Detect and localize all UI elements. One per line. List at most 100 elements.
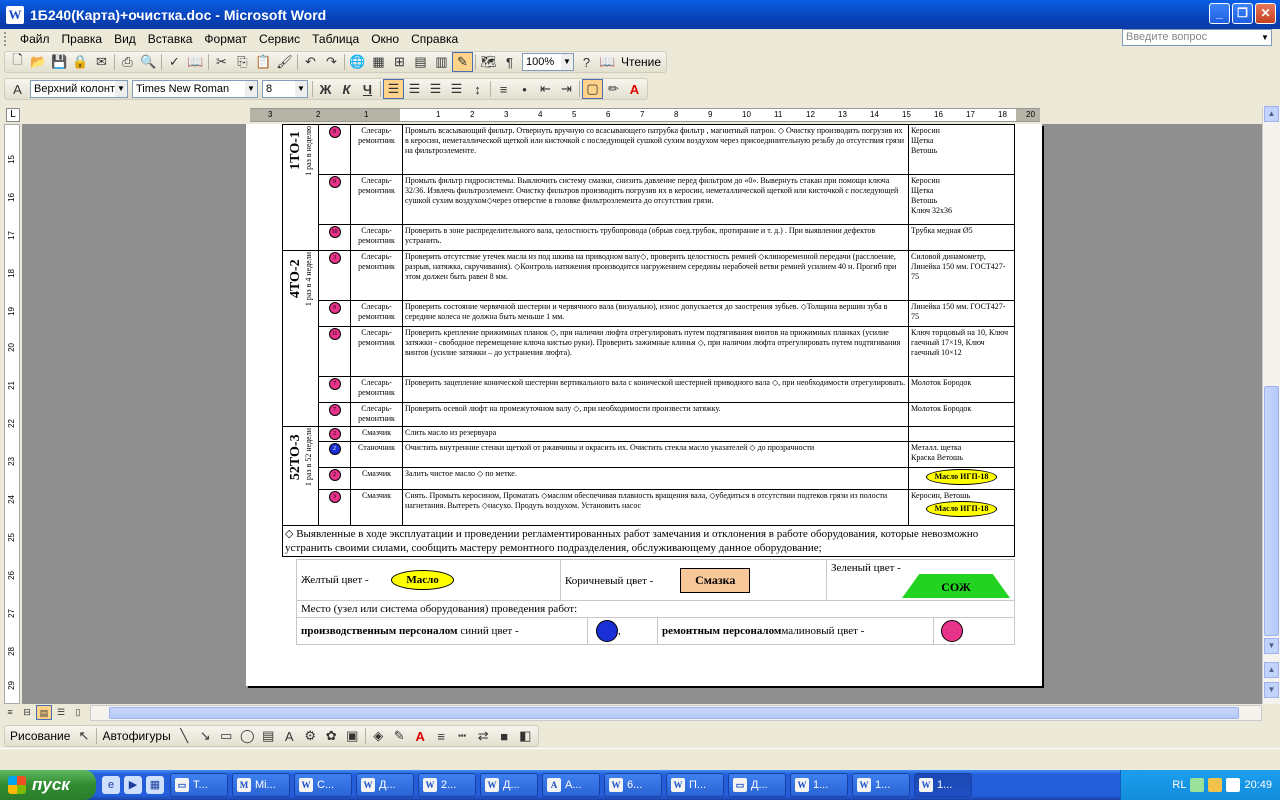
taskbar-item[interactable]: W 1... (852, 773, 910, 797)
redo-icon[interactable]: ↷ (321, 52, 342, 72)
print-preview-icon[interactable]: 🔍 (138, 52, 159, 72)
font-color-draw-icon[interactable]: A (410, 726, 431, 746)
task-text[interactable]: Проверить отсутствие утечек масла из под… (402, 250, 909, 301)
align-right-icon[interactable]: ☰ (425, 79, 446, 99)
chevron-down-icon[interactable]: ▼ (1259, 30, 1271, 45)
taskbar-item[interactable]: ▭ Т... (170, 773, 228, 797)
task-text[interactable]: Залить чистое масло ◇ по метке. (402, 467, 909, 490)
note-text[interactable]: ◇ Выявленные в ходе эксплуатации и прове… (282, 525, 1015, 557)
help-icon[interactable]: ? (576, 52, 597, 72)
bullets-icon[interactable]: • (514, 79, 535, 99)
styles-icon[interactable]: A (7, 79, 28, 99)
task-text[interactable]: Слить масло из резервуара (402, 426, 909, 442)
line-spacing-icon[interactable]: ↕ (467, 79, 488, 99)
menu-help[interactable]: Справка (405, 32, 464, 46)
fill-color-icon[interactable]: ◈ (368, 726, 389, 746)
menu-file[interactable]: Файл (14, 32, 56, 46)
task-text[interactable]: Снять. Промыть керосином, Проматать ◇мас… (402, 489, 909, 526)
horizontal-scroll-thumb[interactable] (109, 707, 1239, 719)
tray-icon[interactable] (1190, 778, 1205, 792)
scroll-up-icon[interactable]: ▲ (1264, 106, 1279, 122)
font-size-select[interactable]: 8 ▼ (262, 80, 308, 98)
chevron-down-icon[interactable]: ▼ (561, 54, 573, 70)
shadow-icon[interactable]: ■ (494, 726, 515, 746)
reading-view-icon[interactable]: ▯ (70, 705, 86, 720)
scroll-down-icon[interactable]: ▼ (1264, 638, 1279, 654)
tab-selector[interactable]: L (6, 108, 20, 122)
autoshapes-button[interactable]: Автофигуры (99, 729, 173, 743)
menu-insert[interactable]: Вставка (142, 32, 199, 46)
underline-button[interactable]: Ч (357, 79, 378, 99)
copy-icon[interactable]: ⎘ (232, 52, 253, 72)
cut-icon[interactable]: ✂ (211, 52, 232, 72)
columns-icon[interactable]: ▥ (431, 52, 452, 72)
taskbar-item[interactable]: W П... (666, 773, 724, 797)
task-text[interactable]: Промыть фильтр гидросистемы. Выключить с… (402, 174, 909, 225)
chevron-down-icon[interactable]: ▼ (295, 81, 307, 97)
research-icon[interactable]: 📖 (185, 52, 206, 72)
diagram-icon[interactable]: ⚙ (300, 726, 321, 746)
style-select[interactable]: Верхний колонт ▼ (30, 80, 128, 98)
normal-view-icon[interactable]: ≡ (2, 705, 18, 720)
italic-button[interactable]: К (336, 79, 357, 99)
taskbar-item[interactable]: ▭ Д... (728, 773, 786, 797)
document-map-icon[interactable]: 🗺 (478, 52, 499, 72)
chevron-down-icon[interactable]: ▼ (115, 81, 127, 97)
horizontal-ruler[interactable]: 3 2 1 1 2 3 4 5 6 7 8 9 10 11 12 13 14 1… (250, 108, 1040, 122)
paste-icon[interactable]: 📋 (253, 52, 274, 72)
word-app-icon[interactable]: W (6, 5, 24, 24)
line-icon[interactable]: ╲ (174, 726, 195, 746)
print-layout-icon[interactable]: ▤ (36, 705, 52, 720)
task-text[interactable]: Проверить осевой люфт на промежуточном в… (402, 402, 909, 427)
read-icon[interactable]: 📖 (597, 52, 618, 72)
task-text[interactable]: Проверить в зоне распределительного вала… (402, 224, 909, 251)
taskbar-item[interactable]: W 2... (418, 773, 476, 797)
vertical-scrollbar[interactable]: ▲ ▼ ▲ ▼ (1262, 106, 1280, 704)
outline-view-icon[interactable]: ☰ (53, 705, 69, 720)
taskbar-item[interactable]: M Mi... (232, 773, 290, 797)
font-color-icon[interactable]: A (624, 79, 645, 99)
open-folder-icon[interactable]: 📂 (28, 52, 49, 72)
taskbar-item-active[interactable]: W 1... (914, 773, 972, 797)
close-button[interactable]: ✕ (1255, 3, 1276, 24)
restore-button[interactable]: ❐ (1232, 3, 1253, 24)
wordart-icon[interactable]: A (279, 726, 300, 746)
clipart-icon[interactable]: ✿ (321, 726, 342, 746)
drawing-menu-button[interactable]: Рисование (7, 729, 73, 743)
taskbar-item[interactable]: A А... (542, 773, 600, 797)
numbering-icon[interactable]: ≡ (493, 79, 514, 99)
justify-icon[interactable]: ☰ (446, 79, 467, 99)
chevron-down-icon[interactable]: ▼ (245, 81, 257, 97)
textbox-icon[interactable]: ▤ (258, 726, 279, 746)
menu-grip[interactable] (4, 32, 8, 46)
web-view-icon[interactable]: ⊟ (19, 705, 35, 720)
taskbar-item[interactable]: W Д... (480, 773, 538, 797)
task-text[interactable]: Промыть всасывающий фильтр. Отвернуть вр… (402, 124, 909, 175)
ie-icon[interactable]: e (102, 776, 120, 794)
minimize-button[interactable]: _ (1209, 3, 1230, 24)
line-style-icon[interactable]: ≡ (431, 726, 452, 746)
horizontal-scrollbar[interactable] (90, 705, 1262, 721)
arrow-icon[interactable]: ↘ (195, 726, 216, 746)
task-text[interactable]: Очистить внутренние стенки щеткой от ржа… (402, 441, 909, 468)
menu-edit[interactable]: Правка (56, 32, 109, 46)
drawing-icon[interactable]: ✎ (452, 52, 473, 72)
ask-question-input[interactable]: Введите вопрос ▼ (1122, 29, 1272, 46)
document-page[interactable]: 1ТО-1 1 раз в неделю 8 Слесарь-ремонтник … (246, 124, 1042, 686)
media-icon[interactable]: ▶ (124, 776, 142, 794)
menu-table[interactable]: Таблица (306, 32, 365, 46)
oval-icon[interactable]: ◯ (237, 726, 258, 746)
menu-window[interactable]: Окно (365, 32, 405, 46)
picture-icon[interactable]: ▣ (342, 726, 363, 746)
insert-excel-icon[interactable]: ▤ (410, 52, 431, 72)
spelling-icon[interactable]: ✓ (164, 52, 185, 72)
permission-icon[interactable]: 🔒 (70, 52, 91, 72)
task-text[interactable]: Проверить состояние червячной шестерни и… (402, 300, 909, 327)
select-objects-icon[interactable]: ↖ (73, 726, 94, 746)
volume-icon[interactable] (1226, 778, 1241, 792)
read-button[interactable]: Чтение (618, 55, 664, 69)
bold-button[interactable]: Ж (315, 79, 336, 99)
zoom-select[interactable]: 100% ▼ (522, 53, 574, 71)
start-button[interactable]: пуск (0, 770, 96, 800)
taskbar-item[interactable]: W 6... (604, 773, 662, 797)
